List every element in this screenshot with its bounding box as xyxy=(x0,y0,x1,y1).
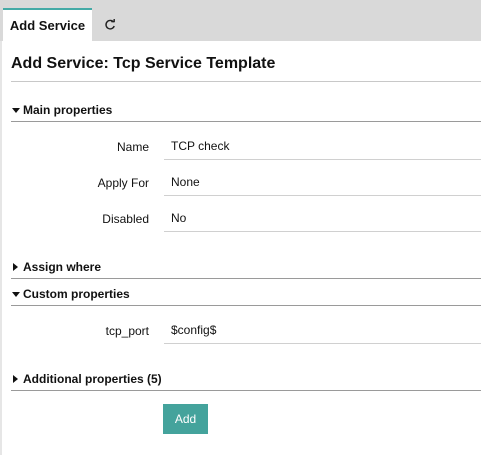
tab-add-service[interactable]: Add Service xyxy=(3,8,92,41)
section-custom-properties[interactable]: Custom properties xyxy=(11,285,130,303)
tcp-port-label: tcp_port xyxy=(105,324,149,338)
chevron-down-icon xyxy=(11,105,23,115)
apply-for-select[interactable]: None xyxy=(164,169,481,196)
name-value: TCP check xyxy=(171,139,230,153)
apply-for-value: None xyxy=(171,175,200,189)
tab-add-service-label: Add Service xyxy=(9,18,86,33)
name-label: Name xyxy=(116,140,149,154)
section-assign-where-label: Assign where xyxy=(23,260,102,274)
page-title: Add Service: Tcp Service Template xyxy=(11,55,276,72)
chevron-right-icon xyxy=(11,262,23,272)
section-divider xyxy=(11,121,481,122)
section-custom-properties-label: Custom properties xyxy=(23,287,130,301)
refresh-icon xyxy=(105,18,115,30)
section-additional-properties-label: Additional properties (5) xyxy=(23,372,162,386)
section-additional-properties[interactable]: Additional properties (5) xyxy=(11,370,162,388)
chevron-right-icon xyxy=(11,374,23,384)
title-divider xyxy=(11,81,481,82)
section-divider xyxy=(11,278,481,279)
name-field[interactable]: TCP check xyxy=(164,133,481,160)
disabled-select[interactable]: No xyxy=(164,205,481,232)
tcp-port-field[interactable]: $config$ xyxy=(164,317,481,344)
chevron-down-icon xyxy=(11,289,23,299)
refresh-button[interactable] xyxy=(96,8,124,41)
section-divider xyxy=(11,390,481,391)
apply-for-label: Apply For xyxy=(97,176,149,190)
section-main-properties-label: Main properties xyxy=(23,103,113,117)
section-divider xyxy=(11,305,481,306)
tcp-port-value: $config$ xyxy=(171,323,217,337)
disabled-value: No xyxy=(171,211,187,225)
tab-bar: Add Service xyxy=(0,0,481,41)
section-main-properties[interactable]: Main properties xyxy=(11,101,112,119)
section-assign-where[interactable]: Assign where xyxy=(11,258,101,276)
add-button[interactable]: Add xyxy=(163,404,208,434)
disabled-label: Disabled xyxy=(102,212,149,226)
